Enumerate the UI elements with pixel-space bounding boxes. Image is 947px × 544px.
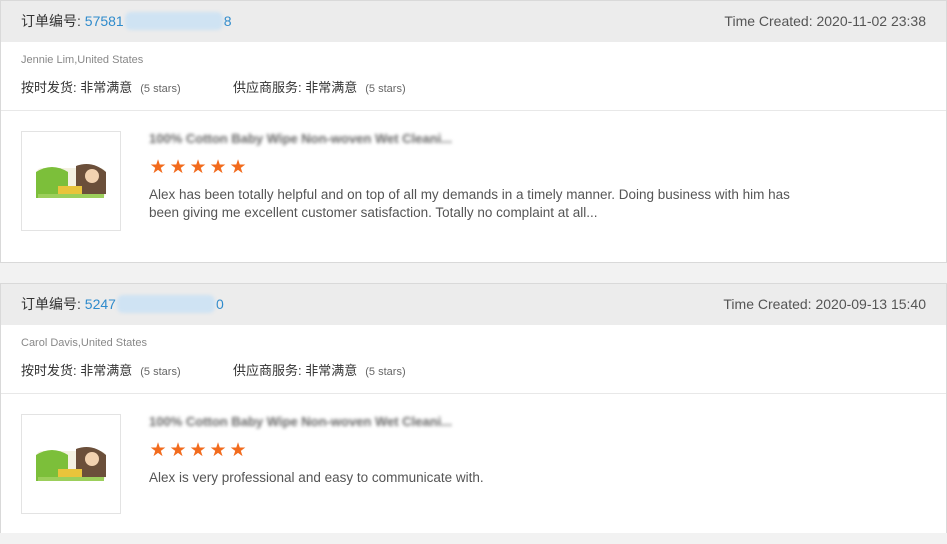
order-number-link[interactable]: 57581 8	[84, 12, 232, 31]
ontime-value: 非常满意	[80, 363, 133, 378]
product-review: 100% Cotton Baby Wipe Non-woven Wet Clea…	[1, 394, 946, 544]
order-number-label: 订单编号:	[21, 13, 81, 29]
star-icon: ★	[229, 440, 247, 461]
star-icon: ★	[229, 157, 247, 178]
order-number-redaction	[116, 295, 215, 314]
review-comment: Alex has been totally helpful and on top…	[149, 187, 790, 220]
order-number-suffix: 8	[223, 13, 232, 29]
order-number-suffix: 0	[215, 296, 224, 312]
time-created: Time Created: 2020-11-02 23:38	[724, 13, 926, 29]
order-number: 订单编号: 57581 8	[21, 1, 232, 42]
review-card: 订单编号: 57581 8 Time Created: 2020-11-02 23…	[0, 0, 947, 263]
star-icon: ★	[189, 157, 207, 178]
order-number-link[interactable]: 5247 0	[84, 295, 224, 314]
ontime-label: 按时发货:	[21, 80, 77, 95]
order-number-prefix: 5247	[84, 296, 116, 312]
service-label: 供应商服务:	[233, 80, 302, 95]
service-value: 非常满意	[305, 80, 358, 95]
star-rating: ★ ★ ★ ★ ★	[149, 157, 249, 178]
card-header: 订单编号: 5247 0 Time Created: 2020-09-13 15:…	[1, 284, 946, 325]
star-icon: ★	[169, 157, 187, 178]
product-thumbnail[interactable]	[21, 414, 121, 514]
supplier-service-rating: 供应商服务: 非常满意 (5 stars)	[233, 360, 406, 379]
ontime-delivery-rating: 按时发货: 非常满意 (5 stars)	[21, 77, 181, 96]
star-icon: ★	[209, 157, 227, 178]
star-icon: ★	[149, 440, 167, 461]
star-icon: ★	[189, 440, 207, 461]
ontime-delivery-rating: 按时发货: 非常满意 (5 stars)	[21, 360, 181, 379]
order-number: 订单编号: 5247 0	[21, 284, 224, 325]
order-number-label: 订单编号:	[21, 296, 81, 312]
product-title[interactable]: 100% Cotton Baby Wipe Non-woven Wet Clea…	[149, 131, 452, 146]
review-card: 订单编号: 5247 0 Time Created: 2020-09-13 15:…	[0, 283, 947, 533]
product-review: 100% Cotton Baby Wipe Non-woven Wet Clea…	[1, 111, 946, 261]
buyer-info: Carol Davis,United States 按时发货: 非常满意 (5 s…	[1, 325, 946, 394]
buyer-info: Jennie Lim,United States 按时发货: 非常满意 (5 st…	[1, 42, 946, 111]
star-icon: ★	[169, 440, 187, 461]
service-label: 供应商服务:	[233, 363, 302, 378]
product-thumbnail[interactable]	[21, 131, 121, 231]
order-number-redaction	[124, 12, 223, 31]
ontime-stars: (5 stars)	[140, 366, 181, 378]
star-icon: ★	[149, 157, 167, 178]
review-comment: Alex is very professional and easy to co…	[149, 470, 484, 485]
service-value: 非常满意	[305, 363, 358, 378]
product-title[interactable]: 100% Cotton Baby Wipe Non-woven Wet Clea…	[149, 414, 452, 429]
order-number-prefix: 57581	[84, 13, 124, 29]
star-rating: ★ ★ ★ ★ ★	[149, 440, 249, 461]
supplier-service-rating: 供应商服务: 非常满意 (5 stars)	[233, 77, 406, 96]
ontime-value: 非常满意	[80, 80, 133, 95]
ontime-stars: (5 stars)	[140, 83, 181, 95]
star-icon: ★	[209, 440, 227, 461]
ontime-label: 按时发货:	[21, 363, 77, 378]
time-created: Time Created: 2020-09-13 15:40	[723, 296, 926, 312]
service-stars: (5 stars)	[365, 83, 406, 95]
buyer-name-country: Carol Davis,United States	[21, 337, 147, 349]
card-header: 订单编号: 57581 8 Time Created: 2020-11-02 23…	[1, 1, 946, 42]
service-stars: (5 stars)	[365, 366, 406, 378]
buyer-name-country: Jennie Lim,United States	[21, 54, 144, 66]
